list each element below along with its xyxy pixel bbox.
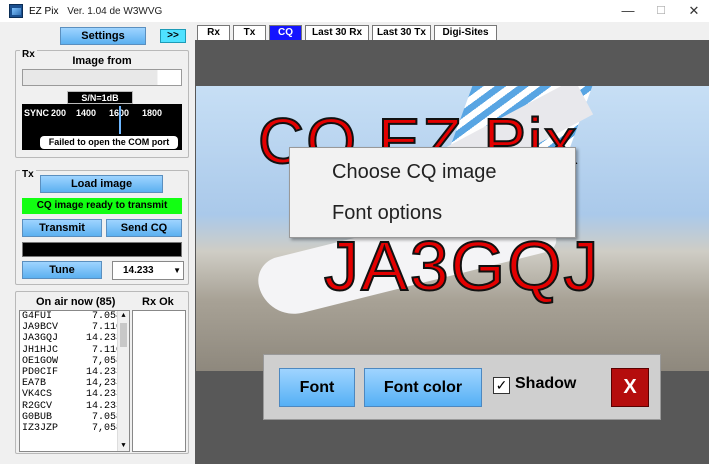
- close-toolbar-button[interactable]: X: [611, 368, 649, 407]
- station-row[interactable]: PD0CIF 14.233: [20, 367, 129, 378]
- station-callsign: G4FUI: [22, 311, 53, 322]
- tx-progress-bar: [22, 242, 182, 257]
- frequency-value: 14.233: [123, 265, 154, 276]
- load-image-button[interactable]: Load image: [40, 175, 163, 193]
- station-frequency: 14,233: [85, 378, 122, 390]
- transmit-button[interactable]: Transmit: [22, 219, 102, 237]
- font-toolbar: Font Font color ✓ Shadow X: [263, 354, 661, 420]
- image-from-label: Image from: [72, 55, 132, 67]
- station-callsign: EA7B: [22, 378, 47, 390]
- app-icon: [9, 4, 23, 18]
- waterfall-display[interactable]: SYNC 200 1400 1600 1800 Failed to open t…: [22, 104, 182, 150]
- frequency-select[interactable]: 14.233 ▼: [112, 261, 184, 280]
- station-callsign: JA9BCV: [22, 322, 59, 334]
- font-button[interactable]: Font: [279, 368, 355, 407]
- station-callsign: VK4CS: [22, 389, 53, 401]
- tab-tx[interactable]: Tx: [233, 25, 266, 40]
- menu-item-font-options[interactable]: Font options: [332, 202, 442, 225]
- station-frequency: 7.110: [91, 344, 122, 356]
- station-frequency: 14.233: [85, 389, 122, 401]
- station-callsign: JH1HJC: [22, 344, 59, 356]
- station-frequency: 7,058: [91, 422, 122, 434]
- scale-tick: 1400: [76, 108, 97, 118]
- com-port-error: Failed to open the COM port: [40, 136, 178, 149]
- callsign-overlay-text: JA3GQJ: [323, 226, 601, 306]
- expand-button[interactable]: >>: [160, 29, 186, 43]
- station-row[interactable]: IZ3JZP 7,058: [20, 423, 129, 434]
- station-frequency: 7.058: [91, 411, 122, 423]
- tab-digi-sites[interactable]: Digi-Sites: [434, 25, 497, 40]
- station-row[interactable]: JA3GQJ 14.233: [20, 333, 129, 344]
- chevron-down-icon: ▼: [173, 266, 181, 275]
- station-frequency: 14.233: [85, 366, 122, 378]
- station-row[interactable]: R2GCV 14.233: [20, 401, 129, 412]
- context-menu: Choose CQ image Font options: [289, 147, 576, 238]
- on-air-list[interactable]: G4FUI 7.058 JA9BCV 7.110 JA3GQJ 14.233 JH1HJC 7…: [19, 310, 130, 452]
- tune-button[interactable]: Tune: [22, 261, 102, 279]
- station-frequency: 7.058: [91, 311, 122, 322]
- settings-button[interactable]: Settings: [60, 27, 146, 45]
- maximize-button[interactable]: ☐: [643, 0, 679, 22]
- station-callsign: OE1GOW: [22, 355, 59, 367]
- sn-readout: S/N=1dB: [67, 91, 133, 104]
- shadow-label: Shadow: [515, 375, 577, 392]
- tab-last-30-rx[interactable]: Last 30 Rx: [305, 25, 369, 40]
- scale-tick: 1800: [142, 108, 163, 118]
- tab-rx[interactable]: Rx: [197, 25, 230, 40]
- tx-group-label: Tx: [20, 169, 36, 180]
- station-callsign: G0BUB: [22, 411, 53, 423]
- station-frequency: 14.233: [85, 333, 122, 345]
- image-from-progress: [22, 69, 182, 86]
- station-row[interactable]: JH1HJC 7.110: [20, 345, 129, 356]
- rx-ok-list[interactable]: [132, 310, 186, 452]
- station-frequency: 7,058: [91, 355, 122, 367]
- shadow-checkbox[interactable]: ✓: [493, 377, 510, 394]
- rx-ok-header: Rx Ok: [142, 296, 174, 308]
- station-row[interactable]: VK4CS 14.233: [20, 389, 129, 400]
- station-row[interactable]: OE1GOW 7,058: [20, 356, 129, 367]
- on-air-header: On air now (85): [36, 296, 116, 308]
- minimize-button[interactable]: —: [610, 0, 646, 22]
- frequency-cursor[interactable]: [119, 106, 121, 134]
- scale-tick: 200: [51, 108, 67, 118]
- station-row[interactable]: JA9BCV 7.110: [20, 322, 129, 333]
- send-cq-button[interactable]: Send CQ: [106, 219, 182, 237]
- scroll-thumb[interactable]: [120, 323, 127, 347]
- close-window-button[interactable]: ✕: [676, 0, 709, 22]
- app-version: Ver. 1.04 de W3WVG: [67, 5, 163, 17]
- station-row[interactable]: G0BUB 7.058: [20, 412, 129, 423]
- station-callsign: R2GCV: [22, 400, 53, 412]
- sync-label: SYNC: [24, 108, 50, 118]
- tab-cq[interactable]: CQ: [269, 25, 302, 40]
- station-callsign: IZ3JZP: [22, 422, 59, 434]
- menu-item-choose-cq-image[interactable]: Choose CQ image: [332, 161, 497, 184]
- scroll-up-icon[interactable]: ▲: [118, 312, 129, 320]
- title-bar: EZ Pix Ver. 1.04 de W3WVG — ☐ ✕: [0, 0, 709, 22]
- list-scrollbar[interactable]: ▲ ▼: [117, 311, 129, 451]
- station-frequency: 7.110: [91, 322, 122, 334]
- station-callsign: JA3GQJ: [22, 333, 59, 345]
- station-frequency: 14.233: [85, 400, 122, 412]
- station-callsign: PD0CIF: [22, 366, 59, 378]
- window-title: EZ Pix Ver. 1.04 de W3WVG: [29, 6, 162, 17]
- tx-status-bar: CQ image ready to transmit: [22, 198, 182, 214]
- app-name: EZ Pix: [29, 5, 59, 17]
- tab-last-30-tx[interactable]: Last 30 Tx: [372, 25, 431, 40]
- station-row[interactable]: EA7B 14,233: [20, 378, 129, 389]
- font-color-button[interactable]: Font color: [364, 368, 482, 407]
- station-row[interactable]: G4FUI 7.058: [20, 311, 129, 322]
- scroll-down-icon[interactable]: ▼: [118, 442, 129, 450]
